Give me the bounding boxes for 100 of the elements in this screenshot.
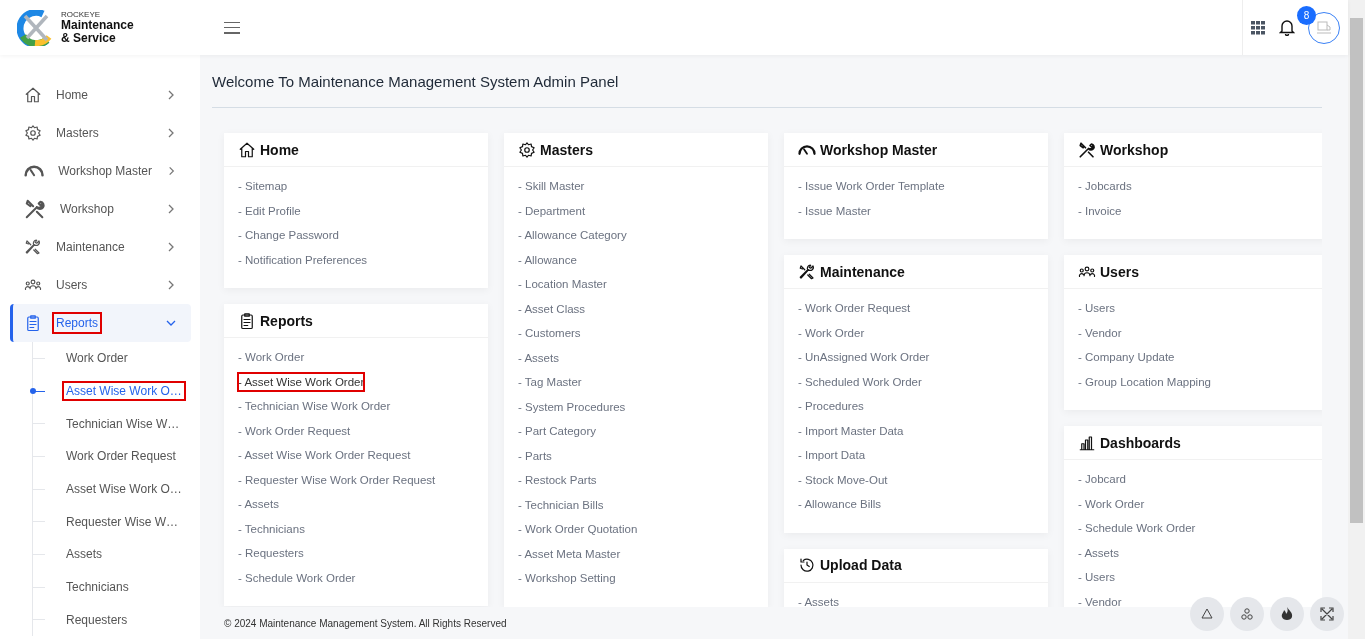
settings-icon bbox=[24, 124, 42, 142]
settings-icon bbox=[518, 140, 536, 159]
card-link[interactable]: - Work Order Quotation bbox=[517, 517, 639, 542]
card-link[interactable]: - Group Location Mapping bbox=[1077, 369, 1212, 394]
card-link[interactable]: - Asset Class bbox=[517, 296, 587, 321]
card-link[interactable]: - Issue Work Order Template bbox=[797, 174, 946, 199]
card-link[interactable]: - Users bbox=[1077, 565, 1117, 590]
card-link[interactable]: - Technicians bbox=[237, 516, 306, 541]
wrench-icon bbox=[798, 262, 816, 281]
sidebar-subitem[interactable]: Asset Wise Work O… bbox=[62, 479, 186, 500]
chart-icon bbox=[1078, 433, 1096, 452]
sidebar-item[interactable]: Workshop Master bbox=[10, 152, 191, 190]
card-link[interactable]: - Vendor bbox=[1077, 589, 1123, 607]
card-link[interactable]: - Allowance bbox=[517, 247, 578, 272]
sidebar-subitem[interactable]: Asset Wise Work O… bbox=[62, 381, 186, 402]
card-title: Upload Data bbox=[820, 557, 902, 573]
card-link[interactable]: - Schedule Work Order bbox=[1077, 516, 1197, 541]
card-link[interactable]: - Import Master Data bbox=[797, 418, 905, 443]
card-link[interactable]: - Work Order bbox=[237, 345, 306, 370]
card-title: Masters bbox=[540, 141, 593, 158]
card-link[interactable]: - Location Master bbox=[517, 272, 608, 297]
sidebar-item[interactable]: Maintenance bbox=[10, 228, 191, 266]
card-link[interactable]: - Stock Move-Out bbox=[797, 467, 889, 492]
card-link[interactable]: - Sitemap bbox=[237, 174, 289, 199]
fullscreen-icon bbox=[1320, 607, 1334, 621]
sidebar-item[interactable]: Masters bbox=[10, 114, 191, 152]
card-link[interactable]: - Restock Parts bbox=[517, 468, 598, 493]
card-link[interactable]: - Skill Master bbox=[517, 174, 586, 199]
card-link[interactable]: - Work Order bbox=[1077, 491, 1146, 516]
card-link[interactable]: - Vendor bbox=[1077, 320, 1123, 345]
menu-button[interactable] bbox=[222, 19, 242, 36]
card-link[interactable]: - System Procedures bbox=[517, 394, 627, 419]
card-link[interactable]: - Requesters bbox=[237, 541, 305, 566]
card-link[interactable]: - Schedule Work Order bbox=[237, 565, 357, 590]
card-link[interactable]: - Jobcards bbox=[1077, 174, 1133, 199]
tools-icon bbox=[1078, 140, 1096, 159]
card-link[interactable]: - Invoice bbox=[1077, 198, 1123, 223]
card-link[interactable]: - Procedures bbox=[797, 394, 865, 419]
copyright-text: © 2024 Maintenance Management System. All Rights Reserved bbox=[224, 617, 507, 629]
card-link[interactable]: - Company Update bbox=[1077, 345, 1176, 370]
card-link[interactable]: - Users bbox=[1077, 296, 1117, 321]
page-title: Welcome To Maintenance Management System Admin Panel bbox=[212, 73, 1322, 108]
notification-badge: 8 bbox=[1297, 6, 1316, 25]
sidebar-subitem[interactable]: Technicians bbox=[62, 577, 133, 598]
clock-icon bbox=[798, 556, 816, 574]
card-link[interactable]: - Part Category bbox=[517, 419, 597, 444]
sidebar-subitem[interactable]: Work Order Request bbox=[62, 446, 180, 467]
sidebar-subitem[interactable]: Technician Wise W… bbox=[62, 413, 184, 434]
sidebar-item[interactable]: Reports bbox=[10, 304, 191, 342]
card-link[interactable]: - Technician Bills bbox=[517, 492, 605, 517]
sidebar-item[interactable]: Workshop bbox=[10, 190, 191, 228]
scrollbar[interactable] bbox=[1348, 0, 1365, 639]
card-link[interactable]: - Work Order bbox=[797, 320, 866, 345]
card-title: Workshop Master bbox=[820, 141, 938, 158]
card-link[interactable]: - Allowance Bills bbox=[797, 492, 883, 517]
card-link[interactable]: - Technician Wise Work Order bbox=[237, 394, 392, 419]
card-title: Maintenance bbox=[820, 263, 905, 280]
card-link[interactable]: - UnAssigned Work Order bbox=[797, 345, 931, 370]
sidebar-subitem[interactable]: Requester Wise W… bbox=[62, 511, 183, 532]
card-link[interactable]: - Import Data bbox=[797, 443, 867, 468]
sidebar-subitem[interactable]: Work Order bbox=[62, 348, 132, 369]
triangle-icon bbox=[1200, 607, 1214, 621]
card-link[interactable]: - Requester Wise Work Order Request bbox=[237, 467, 437, 492]
card-link[interactable]: - Assets bbox=[517, 345, 560, 370]
brand-name: & Service bbox=[61, 32, 117, 45]
card-link[interactable]: - Parts bbox=[517, 443, 553, 468]
card-link[interactable]: - Assets bbox=[237, 492, 280, 517]
flame-icon bbox=[1280, 606, 1294, 622]
clipboard-icon bbox=[24, 314, 42, 332]
sidebar-subitem[interactable]: Assets bbox=[62, 544, 106, 565]
card-title: Users bbox=[1100, 263, 1139, 280]
card-link[interactable]: - Jobcard bbox=[1077, 467, 1127, 492]
notification-button[interactable] bbox=[1278, 17, 1296, 38]
card-link[interactable]: - Edit Profile bbox=[237, 198, 302, 223]
card-link[interactable]: - Workshop Setting bbox=[517, 566, 617, 591]
card-link[interactable]: - Asset Wise Work Order bbox=[235, 369, 368, 394]
card-link[interactable]: - Tag Master bbox=[517, 370, 583, 395]
card-link[interactable]: - Asset Wise Work Order Request bbox=[237, 443, 412, 468]
card-link[interactable]: - Work Order Request bbox=[237, 418, 352, 443]
card-link[interactable]: - Customers bbox=[517, 321, 582, 346]
home-icon bbox=[24, 86, 42, 104]
card-link[interactable]: - Assets bbox=[1077, 540, 1120, 565]
card-link[interactable]: - Asset Meta Master bbox=[517, 541, 622, 566]
card-link[interactable]: - Issue Master bbox=[797, 198, 872, 223]
card-link[interactable]: - Department bbox=[517, 198, 587, 223]
sidebar-item[interactable]: Users bbox=[10, 266, 191, 304]
card-link[interactable]: - Scheduled Work Order bbox=[797, 369, 923, 394]
card-link[interactable]: - Work Order Request bbox=[797, 296, 912, 321]
sidebar-item[interactable]: Home bbox=[10, 76, 191, 114]
card-title: Dashboards bbox=[1100, 434, 1181, 451]
home-icon bbox=[238, 140, 256, 159]
card-link[interactable]: - Change Password bbox=[237, 223, 340, 248]
brand-name: Maintenance bbox=[61, 19, 134, 32]
tools-icon bbox=[24, 198, 46, 220]
card-link[interactable]: - Allowance Category bbox=[517, 223, 628, 248]
sidebar-subitem[interactable]: Requesters bbox=[62, 609, 132, 630]
chevron-right-icon bbox=[166, 165, 177, 177]
card-link[interactable]: - Assets bbox=[797, 589, 840, 607]
avatar-button[interactable] bbox=[1308, 11, 1340, 44]
card-link[interactable]: - Notification Preferences bbox=[237, 247, 369, 272]
